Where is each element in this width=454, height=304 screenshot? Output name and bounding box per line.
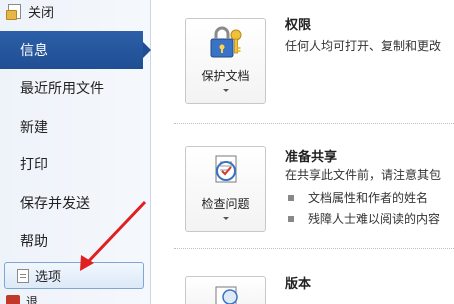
nav-item-info[interactable]: 信息 (0, 31, 151, 69)
info-panel: 保护文档 权限 任何人均可打开、复制和更改 检查问题 准备共享 在共享此文件前，… (152, 0, 454, 304)
chevron-down-icon (223, 217, 229, 220)
chevron-down-icon (223, 89, 229, 92)
list-item: 文档属性和作者的姓名 (288, 189, 428, 206)
section-divider (174, 248, 454, 249)
manage-versions-button[interactable] (185, 276, 266, 304)
bullet-icon (288, 215, 294, 222)
list-item: 残障人士难以阅读的内容 (288, 210, 440, 227)
nav-item-save-send[interactable]: 保存并发送 (0, 184, 150, 222)
check-issues-label: 检查问题 (201, 197, 250, 211)
nav-label: 帮助 (20, 234, 48, 250)
versions-icon (215, 286, 238, 304)
backstage-sidebar: 关闭 信息 最近所用文件 新建 打印 保存并发送 帮助 选项 退 (0, 0, 151, 304)
protect-document-button[interactable]: 保护文档 (185, 18, 266, 104)
nav-item-options[interactable]: 选项 (4, 262, 144, 289)
nav-label: 保存并发送 (20, 196, 90, 212)
options-document-icon (17, 268, 29, 283)
exit-icon (6, 295, 20, 304)
lock-key-icon (210, 26, 242, 58)
nav-label: 信息 (20, 43, 48, 59)
close-label: 关闭 (28, 5, 55, 21)
close-item[interactable]: 关闭 (0, 0, 150, 22)
nav-item-new[interactable]: 新建 (0, 108, 150, 146)
check-issues-button[interactable]: 检查问题 (185, 146, 266, 232)
bullet-text: 残障人士难以阅读的内容 (308, 212, 441, 226)
protect-document-label: 保护文档 (201, 69, 250, 83)
versions-title: 版本 (285, 277, 312, 292)
prepare-sharing-description: 在共享此文件前，请注意其包 (285, 168, 442, 182)
prepare-sharing-title: 准备共享 (285, 150, 338, 165)
bullet-text: 文档属性和作者的姓名 (308, 191, 429, 205)
permissions-title: 权限 (285, 18, 312, 33)
exit-label: 退 (26, 294, 39, 304)
permissions-description: 任何人均可打开、复制和更改 (285, 39, 442, 53)
inspect-document-icon (215, 155, 237, 183)
nav-label: 最近所用文件 (20, 81, 104, 97)
nav-item-exit[interactable]: 退 (6, 294, 38, 304)
nav-item-print[interactable]: 打印 (0, 145, 150, 183)
nav-label: 打印 (20, 157, 48, 173)
nav-item-recent[interactable]: 最近所用文件 (0, 69, 150, 107)
nav-item-help[interactable]: 帮助 (0, 222, 150, 260)
section-divider (174, 123, 454, 124)
folder-document-icon (6, 3, 22, 20)
options-label: 选项 (35, 270, 62, 285)
nav-label: 新建 (20, 120, 48, 136)
bullet-icon (288, 194, 294, 201)
